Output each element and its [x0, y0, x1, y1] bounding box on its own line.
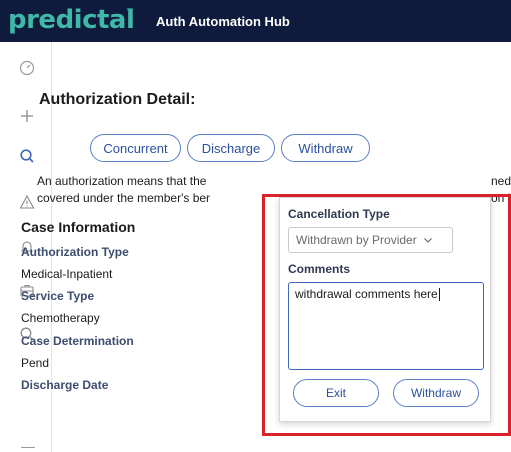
withdraw-tab-button[interactable]: Withdraw	[281, 134, 370, 162]
case-determination-value: Pend	[21, 356, 50, 370]
service-type-label: Service Type	[21, 289, 95, 303]
authorization-type-label: Authorization Type	[21, 245, 129, 259]
concurrent-button[interactable]: Concurrent	[90, 134, 181, 162]
search-icon[interactable]	[18, 147, 36, 165]
authorization-type-value: Medical-Inpatient	[21, 267, 113, 281]
brand-logo[interactable]: predictal	[8, 5, 135, 35]
app-title: Auth Automation Hub	[156, 14, 290, 29]
discharge-button[interactable]: Discharge	[187, 134, 275, 162]
warning-icon[interactable]	[18, 193, 36, 211]
service-type-value: Chemotherapy	[21, 311, 100, 325]
top-bar: predictal ™ Auth Automation Hub	[0, 0, 511, 42]
dashboard-icon[interactable]	[18, 59, 36, 77]
divider	[21, 447, 35, 448]
case-determination-label: Case Determination	[21, 334, 134, 348]
plus-icon[interactable]	[18, 107, 36, 125]
discharge-date-label: Discharge Date	[21, 378, 109, 392]
description-line-1: An authorization means that the	[37, 174, 207, 188]
case-information-heading: Case Information	[21, 219, 136, 235]
brand-trademark: ™	[126, 8, 133, 15]
description-overflow-1: ned	[491, 174, 511, 188]
highlight-box	[262, 194, 511, 436]
page-title: Authorization Detail:	[39, 91, 196, 108]
